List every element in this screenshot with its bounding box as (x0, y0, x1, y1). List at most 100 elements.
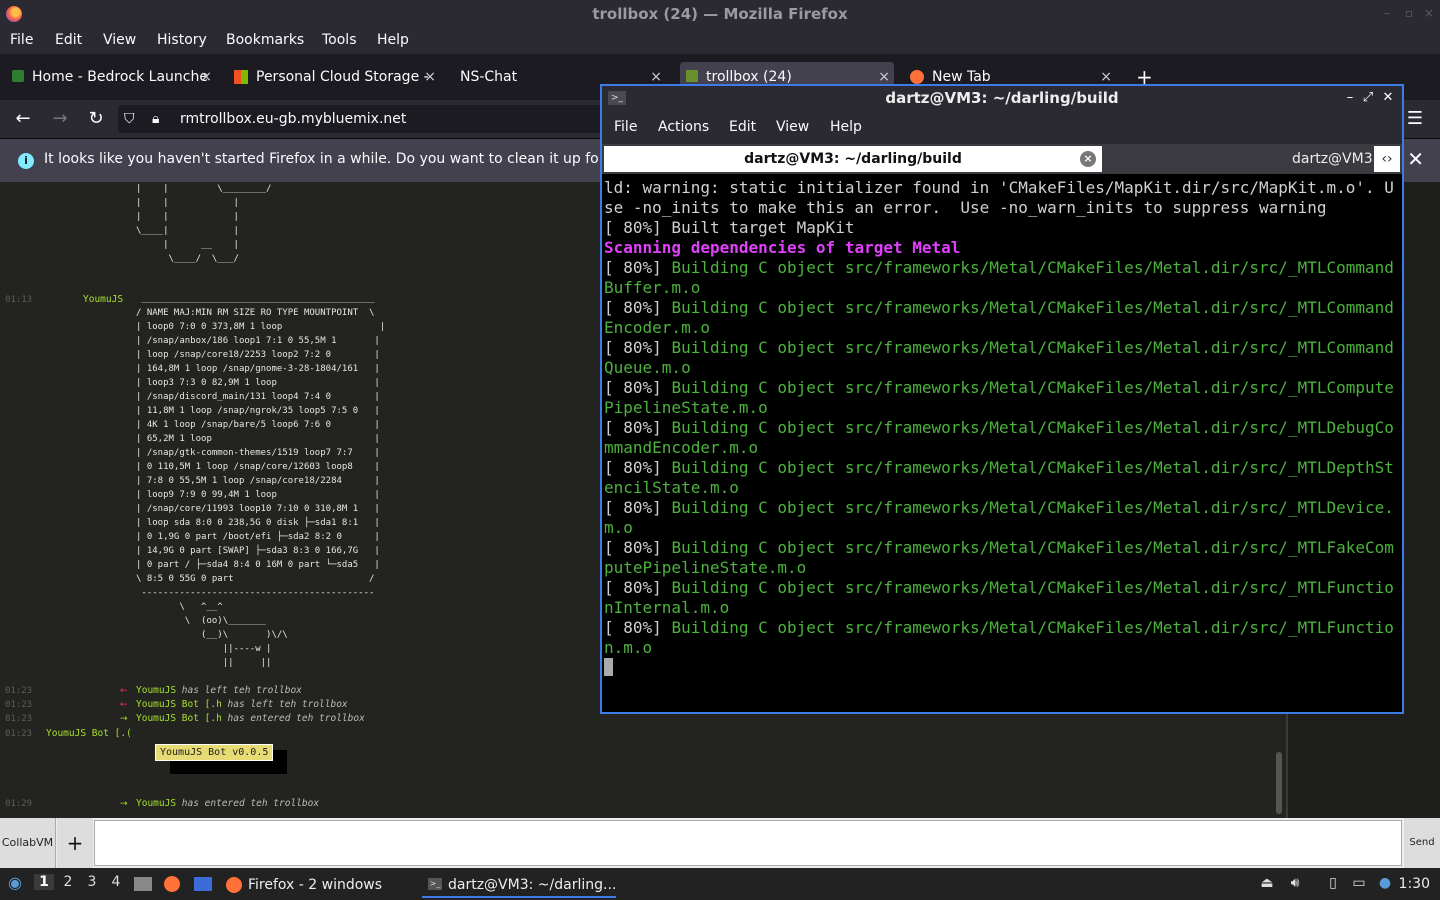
send-button[interactable]: Send (1404, 818, 1440, 868)
eject-icon[interactable]: ⏏ (1258, 874, 1276, 892)
shield-icon[interactable]: ⛉ (124, 105, 135, 133)
file-manager-icon[interactable] (134, 877, 152, 891)
progress-prefix: [ 80%] (604, 338, 672, 357)
terminal-title: dartz@VM3: ~/darling/build (885, 89, 1119, 107)
built-line: [ 80%] Built target MapKit (604, 218, 855, 237)
tab-label: Personal Cloud Storage - (256, 69, 429, 85)
firefox-launcher-icon[interactable] (164, 876, 180, 892)
bedrock-icon (12, 70, 24, 82)
workspace-4[interactable]: 4 (106, 874, 126, 890)
start-menu-icon[interactable]: ◉ (6, 874, 24, 892)
right-arrow-icon: → (120, 714, 128, 724)
event-nick[interactable]: YoumuJS Bot [.h (136, 713, 222, 724)
task-terminal[interactable]: >_ dartz@VM3: ~/darling... (422, 872, 616, 898)
close-tab-icon[interactable]: × (1080, 151, 1096, 167)
add-button[interactable]: + (57, 818, 93, 868)
event-line: YoumuJS Bot [.h has entered teh trollbox (136, 713, 365, 724)
terminal-icon: >_ (428, 878, 442, 890)
terminal-tabbar: dartz@VM3: ~/darling/build × dartz@VM3 ‹… (602, 144, 1402, 174)
notification-close-icon[interactable]: ✕ (1407, 147, 1424, 171)
minimize-icon[interactable]: – (1380, 6, 1394, 20)
progress-prefix: [ 80%] (604, 418, 672, 437)
event-nick[interactable]: YoumuJS (136, 798, 176, 809)
clipboard-icon[interactable]: ▯ (1324, 874, 1342, 892)
trollbox-icon (686, 70, 698, 82)
volume-icon[interactable]: 🔊︎ (1286, 874, 1304, 892)
workspace-3[interactable]: 3 (82, 874, 102, 890)
minimize-icon[interactable]: – (1342, 90, 1358, 106)
terminal-tab-active[interactable]: dartz@VM3: ~/darling/build × (604, 146, 1102, 172)
build-line: Building C object src/frameworks/Metal/C… (604, 338, 1394, 377)
build-line: Building C object src/frameworks/Metal/C… (604, 418, 1394, 457)
left-arrow-icon: ← (120, 686, 128, 696)
menu-history[interactable]: History (157, 32, 207, 48)
tab-label: trollbox (24) (706, 69, 792, 85)
event-text: has left teh trollbox (227, 699, 348, 710)
terminal-icon: >_ (608, 91, 626, 105)
lock-icon[interactable]: 🔒︎ (152, 105, 159, 133)
clock: 1:30 (1398, 876, 1430, 892)
close-icon[interactable]: ✕ (1380, 90, 1396, 106)
ascii-art-top: | | \________/ | | | | | | \____| | | __… (136, 184, 272, 264)
terminal-tab[interactable]: dartz@VM3 (1292, 146, 1373, 172)
event-nick[interactable]: YoumuJS (136, 685, 176, 696)
tab-label: dartz@VM3 (1292, 151, 1373, 167)
menu-view[interactable]: View (103, 32, 136, 48)
build-line: Building C object src/frameworks/Metal/C… (604, 498, 1394, 537)
message-nick[interactable]: YoumuJS Bot [.( (46, 728, 132, 739)
workspace-2[interactable]: 2 (58, 874, 78, 890)
tab-label: Home - Bedrock Launche (32, 69, 208, 85)
menu-tools[interactable]: Tools (322, 32, 357, 48)
menu-bookmarks[interactable]: Bookmarks (226, 32, 304, 48)
maximize-icon[interactable]: ▫ (1402, 6, 1416, 20)
event-nick[interactable]: YoumuJS Bot [.h (136, 699, 222, 710)
close-icon[interactable]: × (1422, 6, 1436, 20)
terminal-output[interactable]: ld: warning: static initializer found in… (604, 178, 1394, 708)
window-title: trollbox (24) — Mozilla Firefox (592, 5, 848, 23)
firefox-icon (226, 877, 242, 893)
message-timestamp: 01:23 (5, 729, 33, 739)
menu-edit[interactable]: Edit (729, 119, 756, 135)
room-button[interactable]: CollabVM (0, 818, 56, 868)
event-timestamp: 01:23 (5, 700, 33, 710)
build-line: Building C object src/frameworks/Metal/C… (604, 258, 1394, 297)
forward-icon[interactable]: → (49, 108, 71, 130)
menu-edit[interactable]: Edit (55, 32, 82, 48)
back-icon[interactable]: ← (12, 108, 34, 130)
chat-input-bar: CollabVM + Send (0, 818, 1440, 868)
tab-label: New Tab (932, 69, 991, 85)
reload-icon[interactable]: ↻ (85, 108, 107, 130)
task-label: dartz@VM3: ~/darling... (448, 877, 617, 893)
terminal-cursor (604, 658, 613, 676)
progress-prefix: [ 80%] (604, 458, 672, 477)
right-arrow-icon: → (120, 799, 128, 809)
chat-input[interactable] (94, 820, 1402, 866)
menu-file[interactable]: File (614, 119, 637, 135)
tab-bedrock[interactable]: Home - Bedrock Launche × (10, 62, 216, 92)
message-nick[interactable]: YoumuJS (83, 294, 123, 305)
firefox-titlebar: trollbox (24) — Mozilla Firefox (0, 0, 1440, 28)
left-arrow-icon: ← (120, 700, 128, 710)
menu-file[interactable]: File (10, 32, 33, 48)
info-icon: i (18, 153, 34, 169)
tab-scroll-arrows-icon[interactable]: ‹› (1374, 146, 1400, 172)
notification-icon[interactable]: ● (1376, 874, 1394, 892)
desktop-icon[interactable] (194, 877, 212, 891)
menu-view[interactable]: View (776, 119, 809, 135)
hamburger-menu-icon[interactable]: ☰ (1404, 108, 1426, 130)
battery-icon[interactable]: ▭ (1350, 874, 1368, 892)
build-line: Building C object src/frameworks/Metal/C… (604, 378, 1394, 417)
menu-actions[interactable]: Actions (658, 119, 709, 135)
task-firefox[interactable]: Firefox - 2 windows (226, 872, 416, 898)
close-tab-icon[interactable]: × (424, 62, 436, 92)
menu-help[interactable]: Help (377, 32, 409, 48)
chat-scrollbar[interactable] (1276, 752, 1282, 814)
progress-prefix: [ 80%] (604, 378, 672, 397)
workspace-1[interactable]: 1 (34, 874, 54, 890)
maximize-icon[interactable]: ⤢ (1360, 90, 1376, 106)
event-text: has entered teh trollbox (181, 798, 320, 809)
menu-help[interactable]: Help (830, 119, 862, 135)
progress-prefix: [ 80%] (604, 298, 672, 317)
tab-cloud-storage[interactable]: Personal Cloud Storage - × (234, 62, 440, 92)
close-tab-icon[interactable]: × (200, 62, 212, 92)
